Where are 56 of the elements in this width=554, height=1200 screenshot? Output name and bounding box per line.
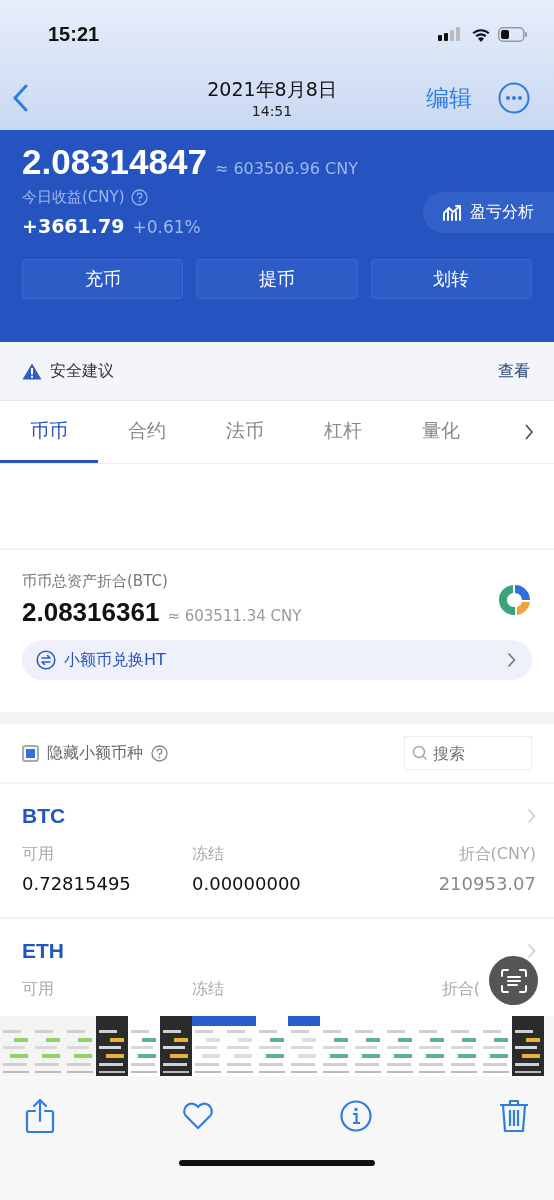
more-icon[interactable] [498, 82, 530, 114]
tab[interactable]: 法币 [196, 401, 294, 463]
column-label: 冻结 [192, 844, 225, 865]
share-icon[interactable] [25, 1098, 55, 1134]
trash-icon[interactable] [498, 1099, 529, 1133]
tab[interactable]: 杠杆 [294, 401, 392, 463]
heart-icon[interactable] [181, 1102, 214, 1130]
tab[interactable]: 量化 [392, 401, 490, 463]
search-field[interactable]: 搜索 [404, 736, 532, 770]
search-icon [412, 745, 428, 761]
balance-cny: ≈ 603506.96 CNY [214, 159, 358, 178]
column-label: 折合(CNY) [458, 844, 536, 865]
chevron-right-icon[interactable] [524, 423, 534, 441]
column-label: 冻结 [192, 979, 225, 1000]
column-label: 折合( [441, 979, 480, 1000]
action-button[interactable]: 充币 [22, 259, 184, 299]
coin-symbol[interactable]: BTC [22, 804, 66, 828]
balance-cell-text: 0.72815495 [22, 873, 132, 894]
coin-symbol[interactable]: ETH [22, 939, 64, 963]
photo-date: 2021年8月8日 [207, 77, 337, 102]
income-label: 今日收益(CNY) [22, 188, 125, 207]
balance-cell-text: 0.00000000 [192, 873, 302, 894]
hide-small-label: 隐藏小额币种 [47, 742, 143, 764]
profit-analysis-button[interactable]: 盈亏分析 [423, 192, 554, 233]
balance-cell: 210953.07 [438, 873, 536, 894]
tab[interactable]: 币币 [0, 401, 98, 463]
total-assets-cny: ≈ 603511.34 CNY [167, 607, 302, 625]
checkbox[interactable] [22, 744, 39, 762]
income-percent: +0.61% [132, 217, 201, 237]
warning-icon [22, 362, 42, 380]
chevron-right-icon [507, 652, 516, 668]
status-time: 15:21 [48, 22, 100, 46]
column-label: 可用 [22, 979, 55, 1000]
convert-button[interactable]: 小额币兑换HT [22, 640, 532, 680]
back-icon[interactable] [12, 84, 28, 112]
scan-text-icon [500, 968, 527, 993]
scan-text-button[interactable] [489, 956, 538, 1005]
exchange-icon [36, 650, 56, 670]
chart-icon [443, 204, 463, 221]
notice-text: 安全建议 [50, 360, 115, 382]
column-label: 可用 [22, 844, 55, 865]
battery-icon [498, 26, 528, 42]
tab[interactable]: 合约 [98, 401, 196, 463]
income-value: +3661.79 [22, 215, 125, 237]
info-icon[interactable] [340, 1100, 373, 1132]
wifi-icon [471, 26, 491, 42]
pie-chart-icon[interactable] [498, 583, 532, 617]
action-button[interactable]: 提币 [196, 259, 358, 299]
action-button[interactable]: 划转 [370, 259, 532, 299]
total-assets-value: 2.08316361 [22, 597, 160, 628]
view-link[interactable]: 查看 [498, 360, 530, 382]
help-icon[interactable] [130, 189, 148, 206]
photo-time: 14:51 [251, 103, 293, 119]
balance-value: 2.08314847 [22, 142, 207, 182]
help-icon[interactable] [151, 744, 168, 762]
total-assets-label: 币币总资产折合(BTC) [22, 572, 169, 591]
